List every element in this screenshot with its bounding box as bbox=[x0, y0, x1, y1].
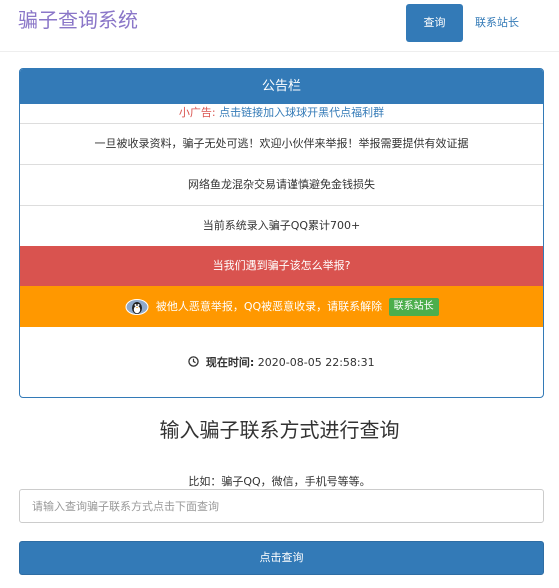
notice-line-3: 当前系统录入骗子QQ累计700+ bbox=[20, 205, 543, 246]
site-brand[interactable]: 骗子查询系统 bbox=[18, 6, 138, 34]
time-value: 2020-08-05 22:58:31 bbox=[257, 356, 375, 369]
query-hint: 比如：骗子QQ，微信，手机号等等。 bbox=[188, 475, 371, 488]
query-title: 输入骗子联系方式进行查询 bbox=[159, 418, 400, 442]
nav-query-button[interactable]: 查询 bbox=[406, 4, 463, 42]
appeal-contact-button[interactable]: 联系站长 bbox=[388, 298, 439, 316]
report-guide-link[interactable]: 当我们遇到骗子该怎么举报? bbox=[20, 246, 543, 286]
query-submit-button[interactable]: 点击查询 bbox=[19, 541, 544, 575]
appeal-text: 被他人恶意举报，QQ被恶意收录，请联系解除 bbox=[155, 300, 383, 313]
fraud-contact-search-input[interactable] bbox=[19, 489, 544, 523]
ad-label: 小广告: bbox=[178, 106, 216, 119]
top-navbar: 骗子查询系统 查询 联系站长 bbox=[0, 0, 559, 52]
appeal-row: 被他人恶意举报，QQ被恶意收录，请联系解除 联系站长 bbox=[20, 286, 543, 327]
time-label: 现在时间: bbox=[205, 356, 255, 369]
notice-line-2: 网络鱼龙混杂交易请谨慎避免金钱损失 bbox=[20, 164, 543, 205]
nav-contact-link[interactable]: 联系站长 bbox=[475, 4, 519, 42]
ad-group-link[interactable]: 点击链接加入球球开黑代点福利群 bbox=[219, 106, 384, 119]
notice-panel-title: 公告栏 bbox=[20, 69, 543, 104]
notice-line-1: 一旦被收录资料，骗子无处可逃！欢迎小伙伴来举报！举报需要提供有效证据 bbox=[20, 123, 543, 164]
clock-icon bbox=[188, 356, 200, 367]
qq-penguin-icon bbox=[125, 299, 149, 315]
notice-panel: 公告栏 小广告: 点击链接加入球球开黑代点福利群 一旦被收录资料，骗子无处可逃！… bbox=[19, 68, 544, 398]
current-time-row: 现在时间: 2020-08-05 22:58:31 bbox=[20, 327, 543, 397]
ad-row: 小广告: 点击链接加入球球开黑代点福利群 bbox=[20, 104, 543, 123]
